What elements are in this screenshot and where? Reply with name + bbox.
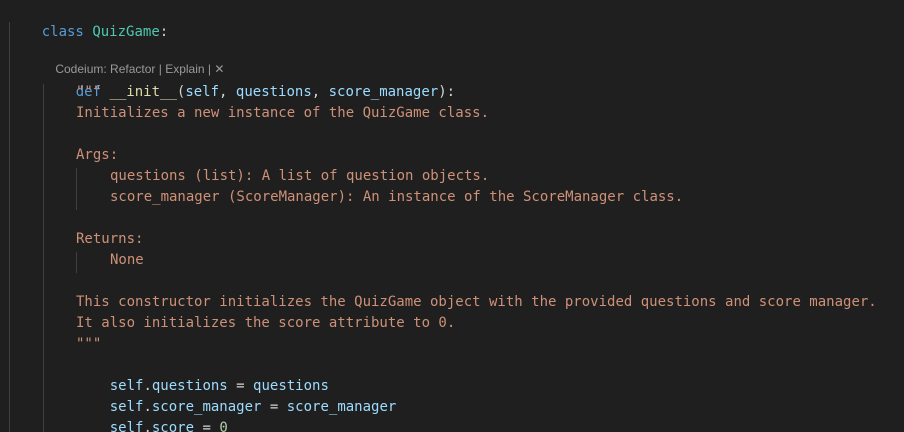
code-line-class-def[interactable]: class QuizGame: — [8, 1, 168, 40]
param-score-manager: score_manager — [328, 84, 439, 100]
equals: = — [261, 399, 287, 415]
keyword-class: class — [41, 24, 84, 40]
dot: . — [143, 420, 152, 432]
attr-score: score — [151, 420, 195, 432]
docstring-summary[interactable]: Initializes a new instance of the QuizGa… — [76, 103, 489, 124]
close-paren: ): — [438, 84, 456, 100]
indent-guide-args — [76, 168, 77, 210]
indent-guide-class — [9, 22, 10, 432]
code-line-assign-questions[interactable]: self.questions = questions — [76, 355, 329, 394]
codeium-codelens: Codeium: Refactor | Explain | ✕ — [42, 42, 224, 76]
param-questions: questions — [235, 84, 312, 100]
comma: , — [219, 84, 236, 100]
code-editor[interactable]: class QuizGame: Codeium: Refactor | Expl… — [0, 0, 904, 432]
colon: : — [159, 24, 169, 40]
param-self: self — [185, 84, 220, 100]
code-line-assign-score[interactable]: self.score = 0 — [76, 397, 228, 432]
code-line-def-init[interactable]: def __init__(self, questions, score_mana… — [42, 61, 455, 100]
indent-guide-def — [43, 84, 44, 432]
docstring-open[interactable]: """ — [76, 82, 101, 103]
value-zero: 0 — [219, 420, 228, 432]
docstring-close[interactable]: """ — [76, 334, 101, 355]
docstring-returns-header[interactable]: Returns: — [76, 229, 143, 250]
self-ref: self — [109, 420, 144, 432]
equals: = — [194, 420, 220, 432]
docstring-arg-score-manager[interactable]: score_manager (ScoreManager): An instanc… — [110, 187, 683, 208]
docstring-description-2[interactable]: It also initializes the score attribute … — [76, 313, 455, 334]
docstring-arg-questions[interactable]: questions (list): A list of question obj… — [110, 166, 489, 187]
docstring-description-1[interactable]: This constructor initializes the QuizGam… — [76, 292, 877, 313]
comma: , — [311, 84, 329, 100]
function-name: __init__ — [109, 84, 177, 100]
value-score-manager: score_manager — [286, 399, 397, 415]
docstring-returns-value[interactable]: None — [110, 250, 144, 271]
class-name: QuizGame — [92, 24, 160, 40]
indent-guide-returns — [76, 252, 77, 273]
code-line-assign-score-manager[interactable]: self.score_manager = score_manager — [76, 376, 397, 415]
docstring-args-header[interactable]: Args: — [76, 145, 118, 166]
